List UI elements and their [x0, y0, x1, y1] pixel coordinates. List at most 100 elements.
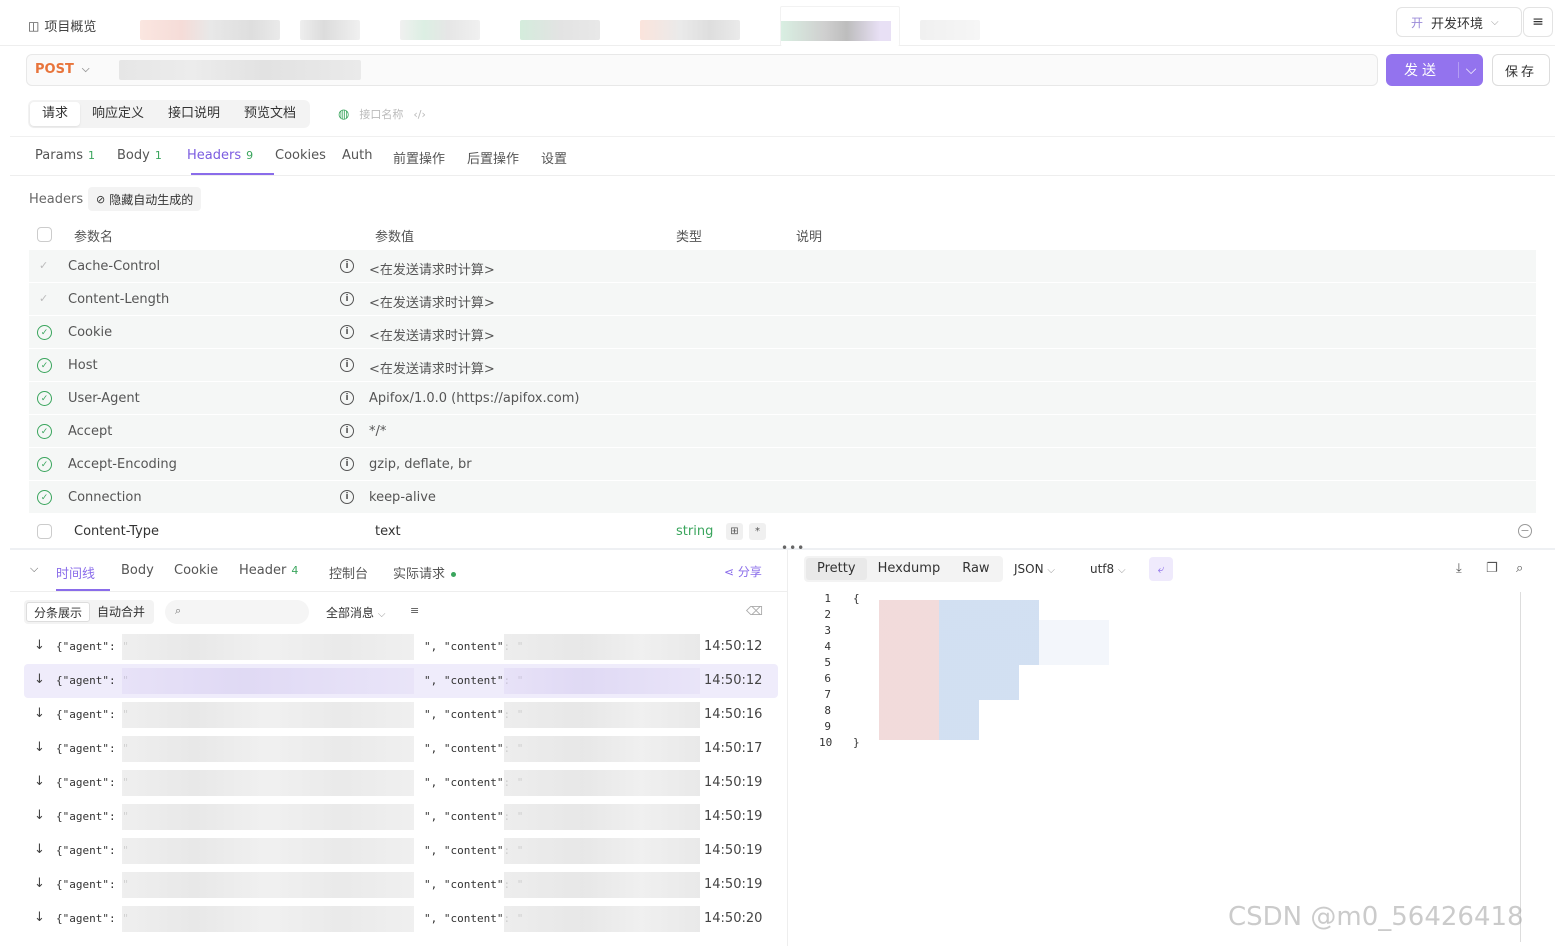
collapse-icon[interactable]: ⌵ [30, 562, 38, 576]
tab-request[interactable]: 请求 [30, 102, 81, 126]
format-hexdump[interactable]: Hexdump [867, 558, 952, 580]
chevron-down-icon[interactable]: ⌵ [1458, 62, 1483, 78]
tab-post-operations[interactable]: 后置操作 [467, 148, 519, 167]
arrow-down-icon: ↓ [34, 842, 45, 857]
table-row[interactable]: ✓ Cookie i <在发送请求时计算> [29, 316, 1536, 349]
tab-params[interactable]: Params 1 [35, 148, 95, 163]
encoding-select[interactable]: utf8 ⌵ [1090, 562, 1126, 576]
copy-icon[interactable]: ❐ [1486, 561, 1498, 576]
clear-icon[interactable]: ⌫ [746, 604, 763, 618]
api-name-field[interactable]: ◍ 接口名称 ‹/› [338, 106, 426, 122]
wrap-lines-icon[interactable]: ⤶ [1149, 557, 1173, 581]
table-row[interactable]: ✓ Connection i keep-alive [29, 481, 1536, 514]
menu-button[interactable]: ≡ [1523, 7, 1553, 37]
list-item[interactable]: ↓ {"agent": " ", "content": " 14:50:19 [24, 766, 778, 800]
url-bar[interactable]: POST ⌵ [26, 54, 1378, 86]
table-row[interactable]: ✓ Accept-Encoding i gzip, deflate, br [29, 448, 1536, 481]
info-icon[interactable]: i [340, 325, 354, 339]
format-type-select[interactable]: JSON ⌵ [1014, 562, 1055, 576]
check-circle-icon[interactable]: ✓ [37, 391, 52, 406]
required-toggle[interactable]: * [749, 523, 766, 540]
sort-icon[interactable]: ≡ [410, 604, 419, 617]
tab-response-definition[interactable]: 响应定义 [80, 102, 156, 126]
list-item[interactable]: ↓ {"agent": " ", "content": " 14:50:12 [24, 664, 778, 698]
scrollbar[interactable] [1520, 592, 1521, 942]
format-pretty[interactable]: Pretty [806, 558, 867, 580]
message-filter-select[interactable]: 全部消息 ⌵ [326, 604, 385, 621]
list-item[interactable]: ↓ {"agent": " ", "content": " 14:50:20 [24, 902, 778, 936]
tab-auth[interactable]: Auth [342, 148, 372, 163]
method-select[interactable]: POST ⌵ [35, 62, 89, 77]
tab-label: 实际请求 [393, 567, 446, 582]
list-item[interactable]: ↓ {"agent": " ", "content": " 14:50:19 [24, 834, 778, 868]
url-input-blurred[interactable] [119, 60, 361, 80]
timeline-search-input[interactable]: ⌕ [165, 600, 309, 624]
redacted-text [122, 668, 414, 694]
param-name[interactable]: Content-Type [74, 524, 159, 539]
blurred-tab[interactable] [300, 20, 360, 40]
tab-response-cookie[interactable]: Cookie [174, 563, 218, 578]
tab-pre-operations[interactable]: 前置操作 [393, 148, 445, 167]
send-button[interactable]: 发送 ⌵ [1386, 54, 1483, 86]
search-icon[interactable]: ⌕ [1516, 561, 1523, 576]
view-mode-split[interactable]: 分条展示 [26, 602, 91, 622]
share-button[interactable]: ⋖ 分享 [724, 563, 762, 580]
project-overview-tab[interactable]: ◫ 项目概览 [28, 16, 96, 36]
info-icon[interactable]: i [340, 391, 354, 405]
list-item[interactable]: ↓ {"agent": " ", "content": " 14:50:19 [24, 800, 778, 834]
param-value[interactable]: text [375, 524, 401, 539]
info-icon[interactable]: i [340, 490, 354, 504]
environment-select[interactable]: 开 开发环境 ⌵ [1396, 7, 1522, 37]
list-item[interactable]: ↓ {"agent": " ", "content": " 14:50:19 [24, 868, 778, 902]
list-item[interactable]: ↓ {"agent": " ", "content": " 14:50:16 [24, 698, 778, 732]
download-icon[interactable]: ⤓ [1456, 561, 1462, 576]
row-checkbox[interactable] [37, 524, 52, 539]
check-circle-icon[interactable]: ✓ [37, 457, 52, 472]
check-circle-icon[interactable]: ✓ [37, 490, 52, 505]
info-icon[interactable]: i [340, 424, 354, 438]
tab-headers[interactable]: Headers 9 [187, 148, 253, 163]
select-all-checkbox[interactable] [37, 227, 52, 242]
remove-row-icon[interactable]: − [1518, 524, 1532, 538]
tab-body[interactable]: Body 1 [117, 148, 162, 163]
format-raw[interactable]: Raw [951, 558, 1000, 580]
table-row[interactable]: ✓ User-Agent i Apifox/1.0.0 (https://apifox… [29, 382, 1536, 415]
message-prefix: {"agent": " [56, 708, 129, 721]
tab-response-body[interactable]: Body [121, 563, 154, 578]
table-row[interactable]: ✓ Host i <在发送请求时计算> [29, 349, 1536, 382]
table-row[interactable]: ✓ Accept i */* [29, 415, 1536, 448]
blurred-tab[interactable] [640, 20, 740, 40]
check-circle-icon[interactable]: ✓ [37, 325, 52, 340]
check-circle-icon[interactable]: ✓ [37, 358, 52, 373]
blurred-tab[interactable] [400, 20, 480, 40]
line-number: 6 [824, 672, 831, 685]
tab-cookies[interactable]: Cookies [275, 148, 326, 163]
list-item[interactable]: ↓ {"agent": " ", "content": " 14:50:12 [24, 630, 778, 664]
blurred-tab[interactable] [520, 20, 600, 40]
info-icon[interactable]: i [340, 457, 354, 471]
blurred-tab-active[interactable] [780, 6, 900, 46]
tab-response-header[interactable]: Header 4 [239, 563, 298, 578]
tab-console[interactable]: 控制台 [329, 563, 368, 582]
blurred-tab[interactable] [920, 20, 980, 40]
tab-settings[interactable]: 设置 [541, 148, 567, 167]
tab-actual-request[interactable]: 实际请求 [393, 563, 457, 582]
table-row[interactable]: ✓ Content-Length i <在发送请求时计算> [29, 283, 1536, 316]
check-circle-icon[interactable]: ✓ [37, 424, 52, 439]
info-icon[interactable]: i [340, 358, 354, 372]
list-item[interactable]: ↓ {"agent": " ", "content": " 14:50:17 [24, 732, 778, 766]
tab-timeline[interactable]: 时间线 [56, 563, 95, 582]
format-icon[interactable]: ⊞ [726, 523, 743, 540]
view-mode-merge[interactable]: 自动合并 [90, 602, 152, 622]
param-type[interactable]: string [676, 524, 713, 539]
tab-api-description[interactable]: 接口说明 [156, 102, 232, 126]
blurred-tab[interactable] [140, 20, 280, 40]
chevron-down-icon: ⌵ [377, 609, 386, 620]
table-row[interactable]: ✓ Cache-Control i <在发送请求时计算> [29, 250, 1536, 283]
tab-preview-docs[interactable]: 预览文档 [232, 102, 308, 126]
arrow-down-icon: ↓ [34, 638, 45, 653]
save-button[interactable]: 保存 [1492, 54, 1550, 86]
info-icon[interactable]: i [340, 259, 354, 273]
hide-auto-generated-button[interactable]: ⊘ 隐藏自动生成的 [88, 187, 202, 211]
info-icon[interactable]: i [340, 292, 354, 306]
